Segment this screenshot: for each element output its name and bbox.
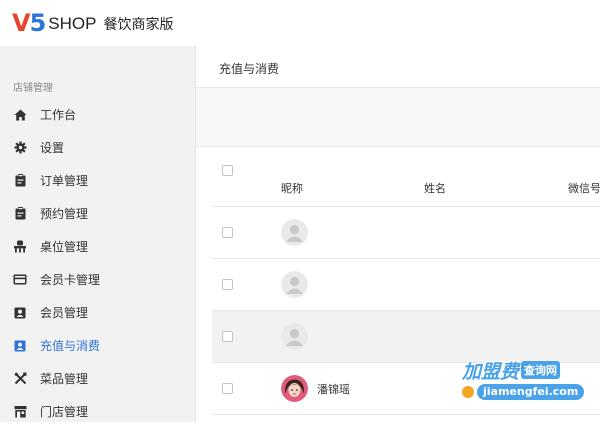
filter-area xyxy=(196,88,600,147)
sidebar-item-orders[interactable]: 订单管理 xyxy=(0,164,195,197)
row-checkbox[interactable] xyxy=(222,279,233,290)
sidebar-item-dishes[interactable]: 菜品管理 xyxy=(0,362,195,395)
table-row[interactable] xyxy=(212,259,600,311)
logo-v: V xyxy=(12,9,31,37)
default-avatar-icon xyxy=(281,271,308,298)
sidebar-item-reservations[interactable]: 预约管理 xyxy=(0,197,195,230)
sidebar-item-label: 充值与消费 xyxy=(40,339,101,353)
select-all-checkbox[interactable] xyxy=(222,165,233,176)
photo-avatar-icon xyxy=(281,375,308,402)
sidebar-item-settings[interactable]: 设置 xyxy=(0,131,195,164)
sidebar: 店铺管理 工作台 设置 订单管理 预约管理 桌位管理 会员卡管理 会员管理 充值… xyxy=(0,46,195,422)
store-icon xyxy=(13,405,27,419)
sidebar-item-label: 会员卡管理 xyxy=(40,273,101,287)
sidebar-section-title: 店铺管理 xyxy=(13,83,53,94)
watermark-tag: 查询网 xyxy=(521,361,561,379)
sidebar-item-recharge[interactable]: 充值与消费 xyxy=(0,329,195,362)
watermark-brand: 加盟费 xyxy=(462,360,520,383)
watermark-url-row: jiamengfei.com xyxy=(462,384,585,400)
sidebar-item-member-cards[interactable]: 会员卡管理 xyxy=(0,263,195,296)
logo-shop-text: SHOP xyxy=(48,14,97,33)
row-nickname: 潘锦瑶 xyxy=(317,383,350,396)
watermark-url: jiamengfei.com xyxy=(477,384,585,400)
top-bar: V5 SHOP 餐饮商家版 xyxy=(0,0,600,46)
contact-card-icon xyxy=(13,306,27,320)
sidebar-item-tables[interactable]: 桌位管理 xyxy=(0,230,195,263)
sidebar-item-label: 预约管理 xyxy=(40,207,89,221)
utensils-icon xyxy=(13,372,27,386)
default-avatar-icon xyxy=(281,323,308,350)
logo-5: 5 xyxy=(29,9,47,37)
gear-icon xyxy=(13,141,27,155)
home-icon xyxy=(13,108,27,122)
card-icon xyxy=(13,273,27,287)
sidebar-item-stores[interactable]: 门店管理 xyxy=(0,395,195,428)
watermark-dot-icon xyxy=(462,386,474,398)
user-badge-icon xyxy=(13,339,27,353)
sidebar-item-workbench[interactable]: 工作台 xyxy=(0,98,195,131)
default-avatar-icon xyxy=(281,219,308,246)
row-checkbox[interactable] xyxy=(222,227,233,238)
page-title: 充值与消费 xyxy=(219,62,280,76)
row-checkbox[interactable] xyxy=(222,383,233,394)
logo-mark: V5 xyxy=(12,9,47,37)
sidebar-item-label: 门店管理 xyxy=(40,405,89,419)
column-header-wechat: 微信号 xyxy=(568,182,600,195)
row-checkbox[interactable] xyxy=(222,331,233,342)
column-header-nickname: 昵称 xyxy=(281,182,303,195)
clipboard-icon xyxy=(13,207,27,221)
sidebar-item-label: 桌位管理 xyxy=(40,240,89,254)
sidebar-item-label: 菜品管理 xyxy=(40,372,89,386)
sidebar-item-label: 设置 xyxy=(40,141,65,155)
column-header-name: 姓名 xyxy=(424,182,446,195)
sidebar-item-label: 会员管理 xyxy=(40,306,89,320)
sidebar-item-label: 订单管理 xyxy=(40,174,89,188)
sidebar-item-members[interactable]: 会员管理 xyxy=(0,296,195,329)
v5shop-logo[interactable]: V5 SHOP 餐饮商家版 xyxy=(12,8,173,38)
table-row[interactable] xyxy=(212,311,600,363)
sidebar-item-label: 工作台 xyxy=(40,108,77,122)
table-row[interactable] xyxy=(212,207,600,259)
logo-subtitle: 餐饮商家版 xyxy=(103,17,174,33)
clipboard-icon xyxy=(13,174,27,188)
watermark-brand-row: 加盟费 查询网 xyxy=(462,357,561,383)
table-header: 昵称 姓名 微信号 xyxy=(212,147,600,207)
seat-icon xyxy=(13,240,27,254)
jiamengfei-watermark: 加盟费 查询网 jiamengfei.com xyxy=(462,357,592,403)
